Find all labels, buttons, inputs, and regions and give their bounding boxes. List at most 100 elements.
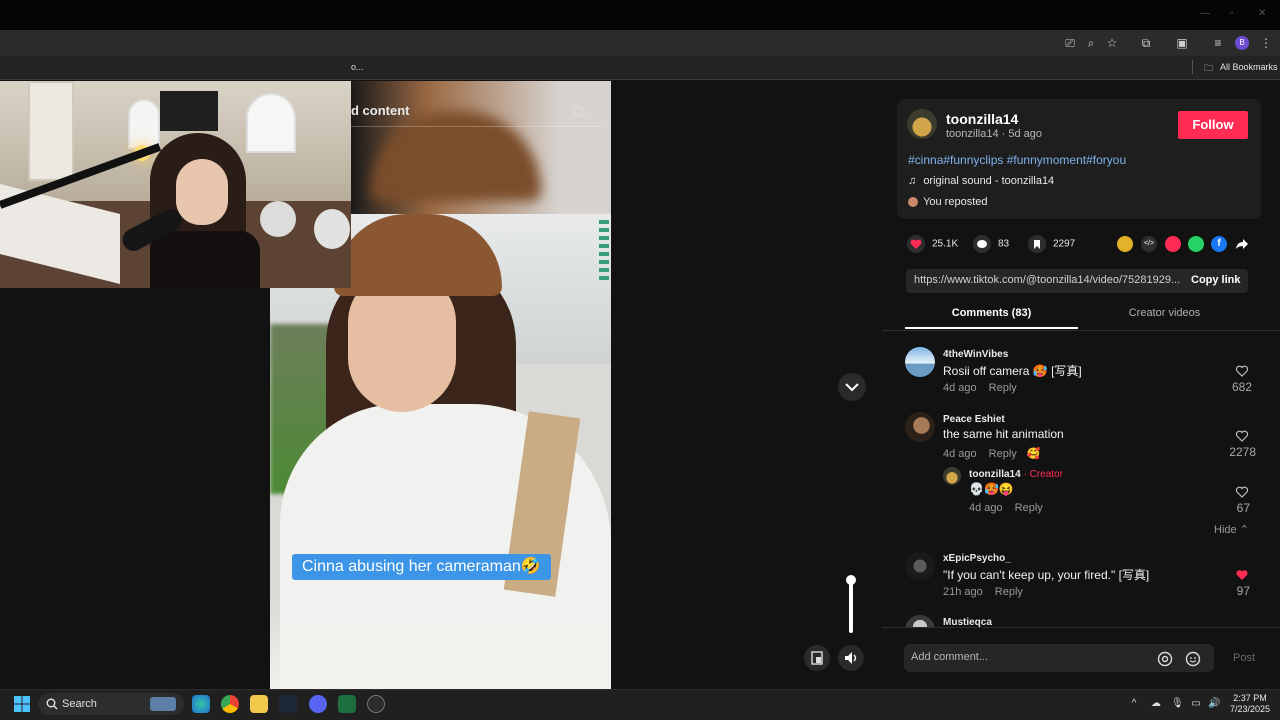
bookmark-partial[interactable]: o... xyxy=(351,62,364,72)
volume-icon xyxy=(845,652,857,664)
clock-time: 2:37 PM xyxy=(1233,693,1267,703)
share-icon[interactable] xyxy=(1235,237,1249,251)
edge-icon[interactable] xyxy=(192,695,210,713)
reply-meta: 4d ago Reply xyxy=(969,502,1043,514)
comment-count: 83 xyxy=(998,238,1010,250)
facebook-icon[interactable]: f xyxy=(1211,236,1227,252)
cast-icon[interactable]: ⎚ xyxy=(1063,36,1077,50)
reply-button[interactable]: Reply xyxy=(989,382,1017,394)
volume-button[interactable] xyxy=(838,645,864,671)
at-icon[interactable] xyxy=(1157,651,1173,667)
mic-tray-icon[interactable]: 🎙 xyxy=(1171,698,1184,710)
close-window-icon[interactable]: ✕ xyxy=(1258,8,1266,19)
minimize-icon[interactable]: — xyxy=(1200,8,1210,19)
reply-author-row: toonzilla14 · Creator xyxy=(969,469,1063,480)
heart-outline-icon[interactable] xyxy=(1235,364,1249,378)
windows-start-icon[interactable] xyxy=(14,696,30,712)
tab-creator-videos[interactable]: Creator videos xyxy=(1078,307,1251,329)
taskbar-clock[interactable]: 2:37 PM 7/23/2025 xyxy=(1226,693,1274,715)
all-bookmarks-link[interactable]: All Bookmarks xyxy=(1220,62,1278,72)
tab-search-icon[interactable]: ▣ xyxy=(1175,36,1189,50)
comment-avatar[interactable] xyxy=(905,551,935,581)
comment-meta: 21h ago Reply xyxy=(943,586,1023,598)
comment-bar-divider xyxy=(882,627,1280,628)
search-icon xyxy=(46,698,58,710)
reply-author[interactable]: toonzilla14 xyxy=(969,469,1021,480)
steam-icon[interactable] xyxy=(279,695,297,713)
hashtags[interactable]: #cinna#funnyclips #funnymoment#foryou xyxy=(908,153,1126,167)
taskbar-search[interactable]: Search xyxy=(38,693,184,715)
tabs-divider xyxy=(882,330,1280,331)
search-icon[interactable] xyxy=(572,105,586,119)
zoom-icon[interactable]: ⌕ xyxy=(1084,36,1098,50)
comment-avatar[interactable] xyxy=(905,347,935,377)
comment-author[interactable]: Peace Eshiet xyxy=(943,414,1005,425)
comment-time: 4d ago xyxy=(943,382,977,394)
comment-like-count: 67 xyxy=(1236,501,1250,515)
video-bottom-blur xyxy=(270,594,611,689)
tray-overflow-icon[interactable]: ^ xyxy=(1128,698,1140,710)
extensions-icon[interactable]: ⧉ xyxy=(1139,36,1153,50)
emoji-icon[interactable] xyxy=(1185,651,1201,667)
media-icon[interactable]: ≡ xyxy=(1211,36,1225,50)
video-link[interactable]: https://www.tiktok.com/@toonzilla14/vide… xyxy=(914,274,1180,286)
post-button[interactable]: Post xyxy=(1233,652,1255,664)
comment-meta: 4d ago Reply xyxy=(943,382,1017,394)
comment-like-count: 97 xyxy=(1236,584,1250,598)
maximize-icon[interactable]: ▫ xyxy=(1230,8,1234,19)
volume-slider[interactable] xyxy=(846,575,856,635)
comment-avatar-partial[interactable] xyxy=(905,615,935,627)
volume-knob[interactable] xyxy=(846,575,856,585)
menu-kebab-icon[interactable]: ⋮ xyxy=(1259,36,1273,50)
comment-author[interactable]: 4theWinVibes xyxy=(943,349,1008,360)
network-icon[interactable]: ▭ xyxy=(1190,698,1202,710)
discord-icon[interactable] xyxy=(309,695,327,713)
like-stat[interactable]: 25.1K xyxy=(906,235,958,253)
save-stat[interactable]: 2297 xyxy=(1027,235,1075,253)
reply-avatar[interactable] xyxy=(943,467,961,485)
comment-avatar[interactable] xyxy=(905,412,935,442)
reply-button[interactable]: Reply xyxy=(989,448,1017,460)
comment-meta: 4d ago Reply 🥰 xyxy=(943,447,1040,460)
comment-author[interactable]: xEpicPsycho_ xyxy=(943,553,1011,564)
comment-text: Rosii off camera 🥵 [写真] xyxy=(943,364,1082,378)
reply-time: 4d ago xyxy=(969,502,1003,514)
whatsapp-icon[interactable] xyxy=(1188,236,1204,252)
reply-button[interactable]: Reply xyxy=(995,586,1023,598)
copy-link-button[interactable]: Copy link xyxy=(1191,274,1241,286)
chevron-up-icon: ⌃ xyxy=(1239,524,1249,536)
embed-icon[interactable]: </> xyxy=(1141,236,1157,252)
folder-icon: 🗀 xyxy=(1204,63,1214,73)
author-avatar[interactable] xyxy=(907,109,937,139)
hide-replies-button[interactable]: Hide ⌃ xyxy=(1214,523,1249,536)
tab-comments[interactable]: Comments (83) xyxy=(905,307,1078,329)
search-bar[interactable]: d content xyxy=(351,95,603,127)
chrome-icon[interactable] xyxy=(221,695,239,713)
obs-icon[interactable] xyxy=(367,695,385,713)
speaker-tray-icon[interactable]: 🔊 xyxy=(1208,698,1220,710)
webcam-overlay xyxy=(0,81,351,288)
video-caption: Cinna abusing her cameraman🤣 xyxy=(292,554,551,580)
heart-outline-icon[interactable] xyxy=(1235,485,1249,499)
follow-button[interactable]: Follow xyxy=(1178,111,1248,139)
send-icon[interactable] xyxy=(1165,236,1181,252)
excel-icon[interactable] xyxy=(338,695,356,713)
webcam-tv xyxy=(160,91,218,131)
comment-stat[interactable]: 83 xyxy=(972,235,1009,253)
file-explorer-icon[interactable] xyxy=(250,695,268,713)
comment-icon xyxy=(973,235,991,253)
heart-filled-icon[interactable] xyxy=(1235,568,1249,582)
author-name[interactable]: toonzilla14 xyxy=(946,111,1018,127)
repost-row: You reposted xyxy=(908,196,988,208)
comment-text: the same hit animation xyxy=(943,427,1064,441)
next-video-button[interactable] xyxy=(838,373,866,401)
streamer-face xyxy=(176,159,228,225)
sound-row[interactable]: ♫ original sound - toonzilla14 xyxy=(908,175,1054,187)
star-icon[interactable]: ☆ xyxy=(1105,36,1119,50)
heart-outline-icon[interactable] xyxy=(1235,429,1249,443)
share-to-friends-icon[interactable] xyxy=(1117,236,1133,252)
pip-button[interactable] xyxy=(804,645,830,671)
profile-avatar[interactable]: B xyxy=(1235,36,1249,50)
reply-button[interactable]: Reply xyxy=(1015,502,1043,514)
onedrive-icon[interactable]: ☁ xyxy=(1150,698,1162,710)
